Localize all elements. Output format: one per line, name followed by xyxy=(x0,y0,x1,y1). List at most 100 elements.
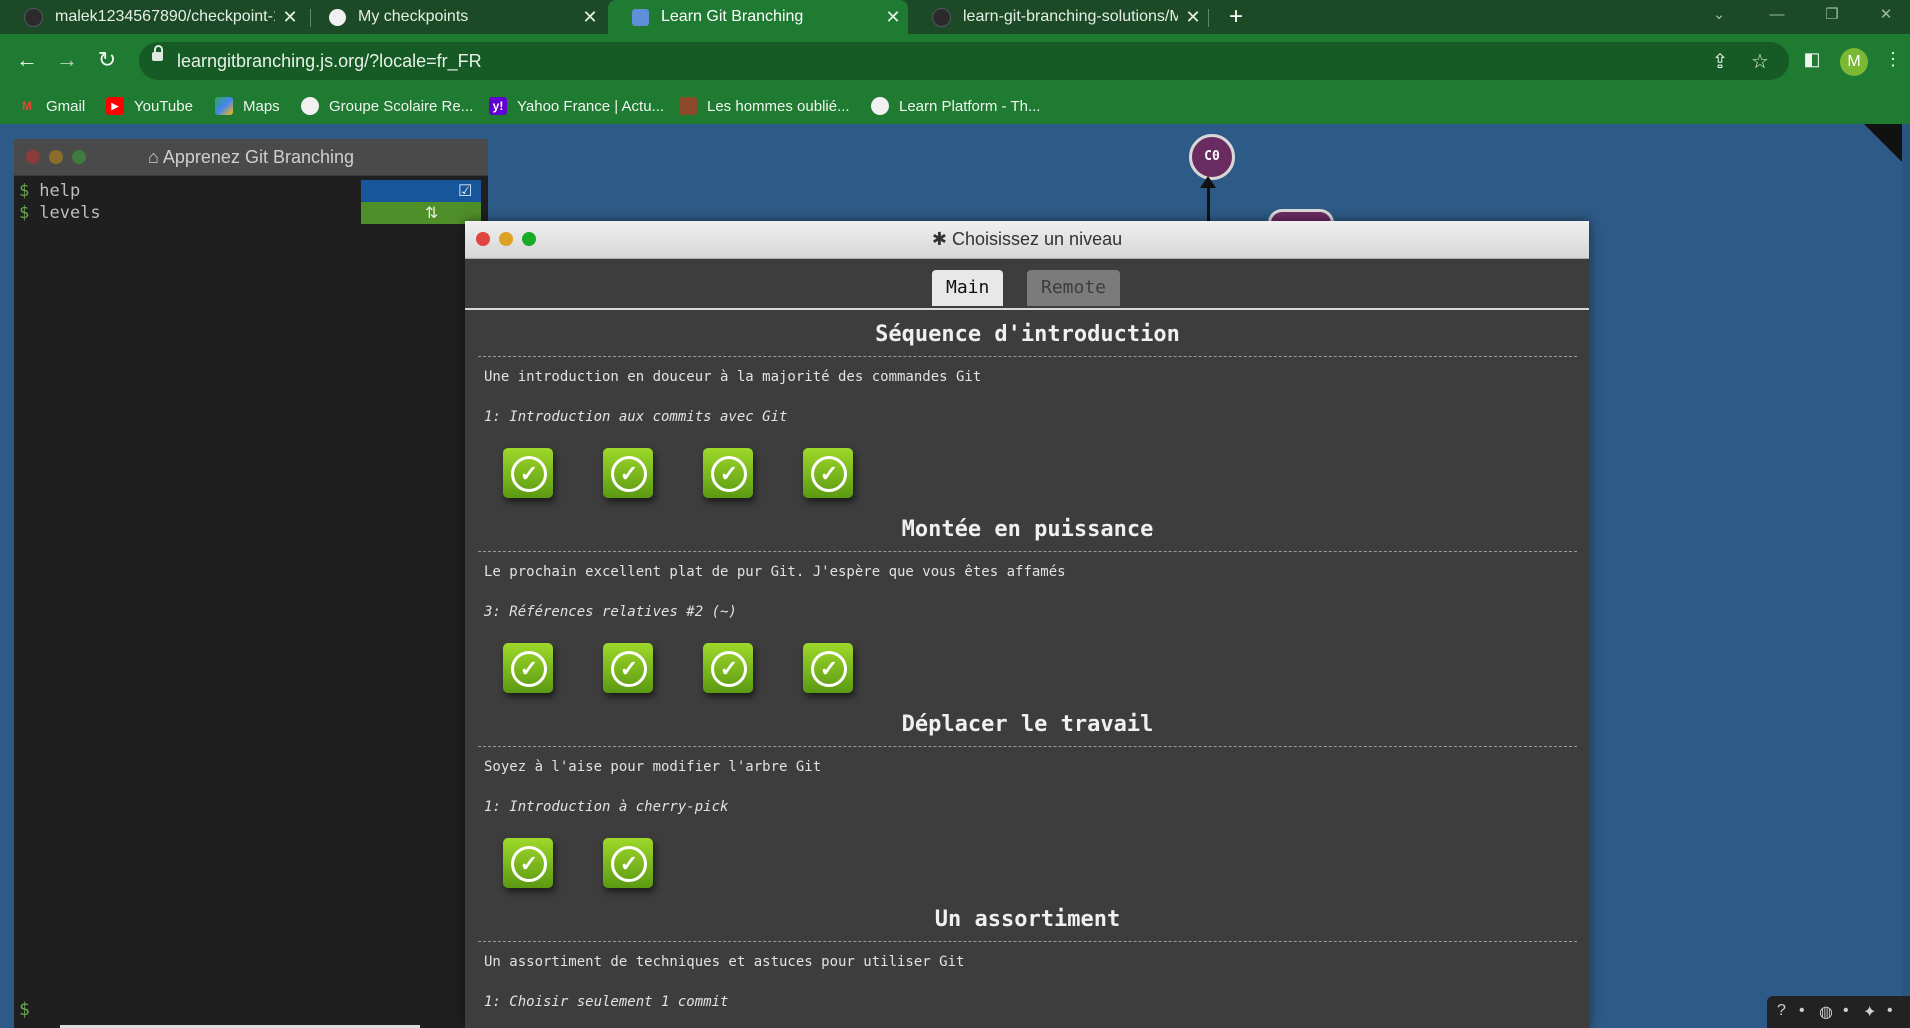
globe-icon xyxy=(301,97,319,115)
side-panel-icon[interactable]: ◧ xyxy=(1799,46,1825,72)
browser-toolbar: ← → ↻ learngitbranching.js.org/?locale=f… xyxy=(0,34,1910,88)
terminal-command-line: $ help xyxy=(19,181,80,201)
learngit-icon xyxy=(632,8,649,26)
sequence-description: Un assortiment de techniques et astuces … xyxy=(484,954,965,970)
level-tabs: Main Remote xyxy=(465,259,1589,310)
tab-my-checkpoints[interactable]: My checkpoints ✕ xyxy=(305,0,605,34)
back-arrow-icon[interactable]: ← xyxy=(12,45,42,75)
bookmark-yahoo[interactable]: y! Yahoo France | Actu... xyxy=(489,88,664,124)
terminal-input-prompt[interactable]: $ xyxy=(19,999,30,1020)
current-level-name: 1: Choisir seulement 1 commit xyxy=(484,994,729,1010)
level-button-completed[interactable]: ✓ xyxy=(703,643,753,693)
dialog-title-bar: ✱ Choisissez un niveau xyxy=(465,221,1589,259)
checkmark-icon: ✓ xyxy=(611,456,647,492)
globe-icon[interactable]: ◍ xyxy=(1819,1002,1833,1022)
avatar[interactable]: M xyxy=(1840,48,1868,76)
commit-node-c0[interactable]: C0 xyxy=(1189,134,1235,180)
level-button-completed[interactable]: ✓ xyxy=(803,643,853,693)
level-sequence-intro: Séquence d'introduction Une introduction… xyxy=(478,320,1577,500)
bookmark-maps[interactable]: Maps xyxy=(215,88,280,124)
url-text: learngitbranching.js.org/?locale=fr_FR xyxy=(177,51,482,71)
terminal-title: ⌂ Apprenez Git Branching xyxy=(14,147,488,168)
tab-title: malek1234567890/checkpoint-1 xyxy=(55,8,275,25)
level-button-completed[interactable]: ✓ xyxy=(503,448,553,498)
dialog-title: ✱ Choisissez un niveau xyxy=(465,229,1589,250)
sequence-title: Montée en puissance xyxy=(901,517,1154,542)
close-tab-icon[interactable]: ✕ xyxy=(878,7,908,28)
checkmark-icon: ✓ xyxy=(811,456,847,492)
reload-icon[interactable]: ↻ xyxy=(92,45,122,75)
tab-learn-git-branching[interactable]: Learn Git Branching ✕ xyxy=(608,0,908,34)
globe-icon xyxy=(329,8,346,26)
tab-title: learn-git-branching-solutions/M xyxy=(963,8,1178,25)
lock-icon xyxy=(152,45,163,61)
close-tab-icon[interactable]: ✕ xyxy=(575,7,605,28)
tab-title: Learn Git Branching xyxy=(661,8,804,25)
minimize-icon[interactable]: — xyxy=(1757,0,1797,30)
sequence-description: Une introduction en douceur à la majorit… xyxy=(484,369,982,385)
command-status-running: ⇅ xyxy=(361,202,481,224)
bookmark-learn-platform[interactable]: Learn Platform - Th... xyxy=(871,88,1040,124)
sequence-description: Soyez à l'aise pour modifier l'arbre Git xyxy=(484,759,822,775)
checkmark-icon: ✓ xyxy=(711,651,747,687)
level-sequence-move: Déplacer le travail Soyez à l'aise pour … xyxy=(478,710,1577,890)
tab-separator xyxy=(1208,9,1209,27)
level-button-completed[interactable]: ✓ xyxy=(803,448,853,498)
sort-arrows-icon: ⇅ xyxy=(425,205,439,222)
level-button-completed[interactable]: ✓ xyxy=(703,448,753,498)
star-icon[interactable]: ☆ xyxy=(1749,51,1771,73)
bookmark-youtube[interactable]: ▶ YouTube xyxy=(106,88,193,124)
help-icon[interactable]: ? xyxy=(1777,1002,1786,1020)
scrollbar[interactable] xyxy=(1902,124,1910,1028)
share-icon[interactable]: ⇪ xyxy=(1709,51,1731,73)
tab-remote[interactable]: Remote xyxy=(1027,270,1121,306)
checkmark-icon: ✓ xyxy=(811,651,847,687)
current-level-name: 1: Introduction à cherry-pick xyxy=(484,799,729,815)
restore-icon[interactable]: ❐ xyxy=(1812,0,1852,30)
level-button-completed[interactable]: ✓ xyxy=(603,643,653,693)
bookmark-label: Yahoo France | Actu... xyxy=(517,97,665,115)
level-button-completed[interactable]: ✓ xyxy=(503,643,553,693)
github-icon xyxy=(932,7,951,27)
tab-solutions-repo[interactable]: learn-git-branching-solutions/M ✕ xyxy=(908,0,1208,34)
checkmark-icon: ✓ xyxy=(511,846,547,882)
twitter-icon[interactable]: ✦ xyxy=(1863,1002,1876,1022)
tab-checkpoint-repo[interactable]: malek1234567890/checkpoint-1 ✕ xyxy=(0,0,305,34)
gear-icon: ✱ xyxy=(931,229,947,249)
yahoo-icon: y! xyxy=(489,97,507,115)
close-window-icon[interactable]: ✕ xyxy=(1866,0,1906,30)
command-text: help xyxy=(39,181,81,201)
bookmark-hommes-oublies[interactable]: Les hommes oublié... xyxy=(679,88,850,124)
current-level-name: 1: Introduction aux commits avec Git xyxy=(484,409,788,425)
bookmark-label: Learn Platform - Th... xyxy=(899,97,1041,115)
bookmark-label: YouTube xyxy=(134,97,193,115)
globe-icon xyxy=(871,97,889,115)
separator-dot: • xyxy=(1799,1002,1805,1019)
close-tab-icon[interactable]: ✕ xyxy=(1178,7,1208,28)
level-select-dialog: ✱ Choisissez un niveau Main Remote Séque… xyxy=(465,221,1589,1028)
github-icon xyxy=(24,7,43,27)
level-button-completed[interactable]: ✓ xyxy=(503,838,553,888)
divider xyxy=(478,551,1577,552)
command-status-done: ☑ xyxy=(361,180,481,202)
command-text: levels xyxy=(39,203,101,223)
bookmark-groupe-scolaire[interactable]: Groupe Scolaire Re... xyxy=(301,88,473,124)
new-tab-button[interactable]: + xyxy=(1221,2,1251,32)
bookmarks-bar: M Gmail ▶ YouTube Maps Groupe Scolaire R… xyxy=(0,88,1910,125)
separator-dot: • xyxy=(1887,1002,1893,1019)
checkmark-icon: ✓ xyxy=(611,846,647,882)
checkbox-icon: ☑ xyxy=(458,183,473,200)
level-button-completed[interactable]: ✓ xyxy=(603,838,653,888)
forward-arrow-icon[interactable]: → xyxy=(52,45,82,75)
more-menu-icon[interactable]: ⋮ xyxy=(1880,46,1906,72)
prompt-symbol: $ xyxy=(19,181,30,201)
sequence-title: Déplacer le travail xyxy=(901,712,1154,737)
bookmark-label: Gmail xyxy=(46,97,86,115)
address-bar[interactable]: learngitbranching.js.org/?locale=fr_FR ⇪… xyxy=(139,42,1789,80)
close-tab-icon[interactable]: ✕ xyxy=(275,7,305,28)
checkmark-icon: ✓ xyxy=(711,456,747,492)
tab-main[interactable]: Main xyxy=(932,270,1004,306)
level-button-completed[interactable]: ✓ xyxy=(603,448,653,498)
bookmark-gmail[interactable]: M Gmail xyxy=(18,88,85,124)
tab-search-icon[interactable]: ⌄ xyxy=(1699,0,1739,30)
